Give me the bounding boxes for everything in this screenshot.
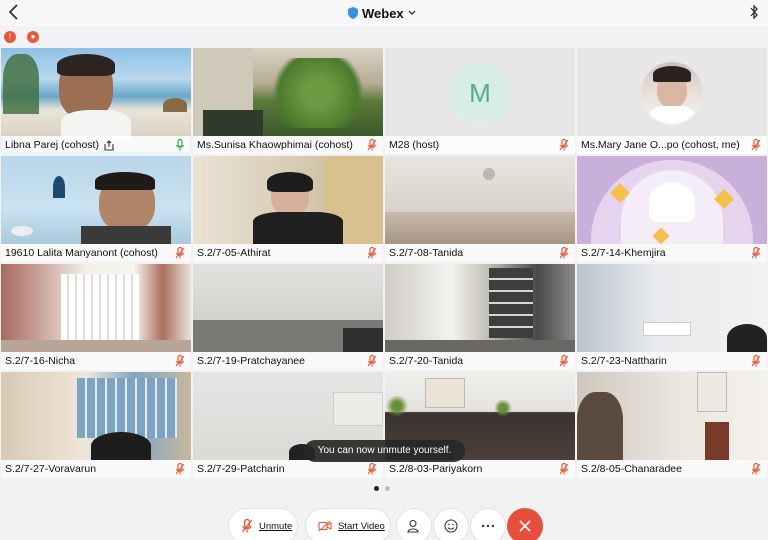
participant-name: S.2/8-05-Chanaradee bbox=[577, 460, 767, 478]
participant-tile[interactable]: S.2/7-16-Nicha bbox=[1, 264, 191, 370]
video-feed bbox=[1, 156, 191, 244]
meeting-controls: Unmute Start Video bbox=[0, 504, 768, 540]
mic-on-icon bbox=[175, 139, 185, 151]
mic-muted-icon bbox=[559, 247, 569, 259]
shield-icon bbox=[348, 7, 358, 19]
mic-muted-icon bbox=[175, 355, 185, 367]
leave-meeting-button[interactable] bbox=[507, 508, 543, 540]
more-options-button[interactable] bbox=[470, 508, 506, 540]
participant-grid: Libna Parej (cohost) Ms.Sunisa Khaowphim… bbox=[1, 48, 767, 480]
participant-name: S.2/7-20-Tanida bbox=[385, 352, 575, 370]
video-feed bbox=[1, 48, 191, 140]
participant-name: S.2/7-14-Khemjira bbox=[577, 244, 767, 262]
mic-muted-icon bbox=[367, 139, 377, 151]
alert-badge-icon[interactable]: ! bbox=[4, 31, 16, 43]
page-indicator[interactable] bbox=[374, 486, 390, 491]
status-row: ! ● bbox=[0, 28, 768, 48]
mic-muted-icon bbox=[751, 463, 761, 475]
participant-tile[interactable]: S.2/7-29-Patcharin bbox=[193, 372, 383, 478]
participant-tile[interactable]: S.2/7-23-Nattharin bbox=[577, 264, 767, 370]
more-dots-icon bbox=[481, 524, 495, 528]
participant-name: Ms.Sunisa Khaowphimai (cohost) bbox=[193, 136, 383, 154]
close-icon bbox=[519, 520, 531, 532]
video-feed bbox=[193, 156, 383, 244]
participant-name: S.2/7-19-Pratchayanee bbox=[193, 352, 383, 370]
participant-name: S.2/7-05-Athirat bbox=[193, 244, 383, 262]
participant-name: S.2/7-23-Nattharin bbox=[577, 352, 767, 370]
person-icon bbox=[407, 519, 419, 533]
participant-tile[interactable]: Libna Parej (cohost) bbox=[1, 48, 191, 154]
participant-tile[interactable]: M M28 (host) bbox=[385, 48, 575, 154]
participant-name: M28 (host) bbox=[385, 136, 575, 154]
video-feed bbox=[1, 264, 191, 352]
participant-tile[interactable]: S.2/8-03-Pariyakorn bbox=[385, 372, 575, 478]
mic-muted-icon bbox=[751, 139, 761, 151]
participant-tile[interactable]: Ms.Mary Jane O...po (cohost, me) bbox=[577, 48, 767, 154]
participant-name: S.2/7-16-Nicha bbox=[1, 352, 191, 370]
participant-tile[interactable]: S.2/7-08-Tanida bbox=[385, 156, 575, 262]
video-off-icon bbox=[318, 520, 332, 532]
video-feed bbox=[385, 264, 575, 352]
avatar: M bbox=[449, 62, 511, 124]
smiley-icon bbox=[444, 519, 458, 533]
start-video-label: Start Video bbox=[338, 520, 385, 532]
participant-tile[interactable]: Ms.Sunisa Khaowphimai (cohost) bbox=[193, 48, 383, 154]
mic-muted-icon bbox=[175, 463, 185, 475]
participant-tile[interactable]: S.2/7-19-Pratchayanee bbox=[193, 264, 383, 370]
mic-muted-icon bbox=[751, 355, 761, 367]
top-bar: Webex bbox=[0, 0, 768, 26]
participant-name: Ms.Mary Jane O...po (cohost, me) bbox=[577, 136, 767, 154]
participant-name: S.2/7-29-Patcharin bbox=[193, 460, 383, 478]
participant-name: S.2/7-27-Voravarun bbox=[1, 460, 191, 478]
mic-muted-icon bbox=[559, 355, 569, 367]
participant-name: S.2/7-08-Tanida bbox=[385, 244, 575, 262]
video-feed bbox=[577, 156, 767, 245]
share-icon bbox=[104, 140, 114, 151]
recording-badge-icon[interactable]: ● bbox=[27, 31, 39, 43]
unmute-toast: You can now unmute yourself. bbox=[304, 440, 465, 462]
back-chevron-icon[interactable] bbox=[6, 2, 22, 22]
app-title: Webex bbox=[362, 5, 404, 21]
reactions-button[interactable] bbox=[433, 508, 469, 540]
participant-tile[interactable]: S.2/7-05-Athirat bbox=[193, 156, 383, 262]
unmute-button[interactable]: Unmute bbox=[228, 508, 298, 540]
meeting-title-menu[interactable]: Webex bbox=[348, 4, 416, 22]
mic-muted-icon bbox=[367, 355, 377, 367]
video-feed bbox=[385, 156, 575, 244]
participants-button[interactable] bbox=[396, 508, 432, 540]
start-video-button[interactable]: Start Video bbox=[305, 508, 391, 540]
video-feed bbox=[193, 48, 383, 136]
page-dot-active[interactable] bbox=[374, 486, 379, 491]
participant-tile[interactable]: 19610 Lalita Manyanont (cohost) bbox=[1, 156, 191, 262]
participant-name: Libna Parej (cohost) bbox=[1, 136, 191, 154]
video-feed bbox=[577, 264, 767, 352]
page-dot[interactable] bbox=[385, 486, 390, 491]
mic-muted-icon bbox=[559, 139, 569, 151]
mic-muted-icon bbox=[175, 247, 185, 259]
video-feed bbox=[1, 372, 191, 460]
mic-muted-icon bbox=[241, 519, 253, 533]
participant-tile[interactable]: S.2/7-20-Tanida bbox=[385, 264, 575, 370]
avatar bbox=[641, 62, 703, 124]
participant-name: S.2/8-03-Pariyakorn bbox=[385, 460, 575, 478]
video-feed bbox=[577, 372, 767, 460]
participant-tile[interactable]: S.2/7-14-Khemjira bbox=[577, 156, 767, 262]
mic-muted-icon bbox=[367, 247, 377, 259]
mic-muted-icon bbox=[751, 247, 761, 259]
bluetooth-icon bbox=[750, 4, 758, 20]
chevron-down-icon bbox=[408, 10, 416, 15]
mic-muted-icon bbox=[559, 463, 569, 475]
video-feed bbox=[193, 264, 383, 352]
participant-tile[interactable]: S.2/8-05-Chanaradee bbox=[577, 372, 767, 478]
mic-muted-icon bbox=[367, 463, 377, 475]
participant-name: 19610 Lalita Manyanont (cohost) bbox=[1, 244, 191, 262]
unmute-label: Unmute bbox=[259, 520, 293, 532]
participant-tile[interactable]: S.2/7-27-Voravarun bbox=[1, 372, 191, 478]
